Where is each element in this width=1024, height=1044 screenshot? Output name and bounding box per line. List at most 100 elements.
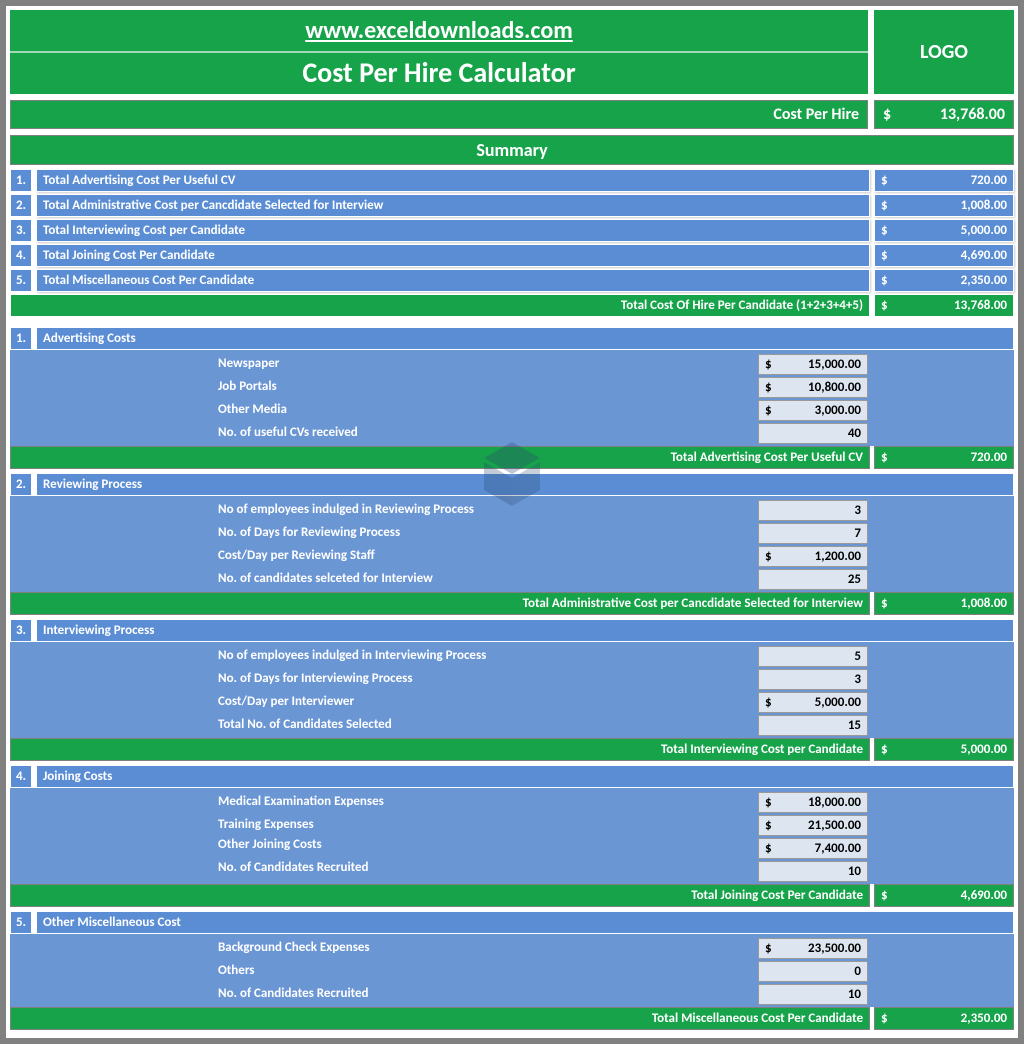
section-total: Total Interviewing Cost per Candidate$5,… (10, 738, 1014, 761)
item-label: Cost/Day per Interviewer (212, 692, 754, 713)
summary-line: 3.Total Interviewing Cost per Candidate$… (10, 219, 1014, 242)
item-row: No. of Candidates Recruited10 (10, 860, 1014, 882)
item-row: Newspaper$15,000.00 (10, 353, 1014, 375)
section-total-label: Total Administrative Cost per Cancdidate… (10, 592, 870, 615)
item-value-cell[interactable]: 3 (758, 500, 868, 521)
item-value-cell[interactable]: $5,000.00 (758, 692, 868, 713)
section-header: 5.Other Miscellaneous Cost (10, 911, 1014, 934)
section-number: 5. (10, 911, 32, 934)
section-total-label: Total Advertising Cost Per Useful CV (10, 446, 870, 469)
section-total-label: Total Interviewing Cost per Candidate (10, 738, 870, 761)
item-value-cell[interactable]: 25 (758, 569, 868, 590)
summary-item-label: Total Advertising Cost Per Useful CV (36, 169, 870, 192)
section-header: 3.Interviewing Process (10, 619, 1014, 642)
item-label: Other Media (212, 400, 754, 421)
item-row: Medical Examination Expenses$18,000.00 (10, 791, 1014, 813)
item-row: No. of useful CVs received40 (10, 422, 1014, 444)
section-total-value: $5,000.00 (874, 738, 1014, 761)
summary-item-label: Total Administrative Cost per Cancdidate… (36, 194, 870, 217)
item-value-cell[interactable]: 0 (758, 961, 868, 982)
summary-header: Summary (10, 135, 1014, 165)
item-value-cell[interactable]: $1,200.00 (758, 546, 868, 567)
item-row: Other Joining Costs$7,400.00 (10, 837, 1014, 859)
section: 3.Interviewing Process No of employees in… (10, 619, 1014, 761)
item-row: No. of candidates selceted for Interview… (10, 568, 1014, 590)
section-total-value: $4,690.00 (874, 884, 1014, 907)
logo-placeholder: LOGO (874, 10, 1014, 94)
item-row: No. of Candidates Recruited10 (10, 983, 1014, 1005)
summary-item-value: $5,000.00 (874, 219, 1014, 242)
item-value-cell[interactable]: $23,500.00 (758, 938, 868, 959)
summary-item-value: $4,690.00 (874, 244, 1014, 267)
item-label: Training Expenses (212, 815, 754, 836)
item-value-cell[interactable]: $7,400.00 (758, 838, 868, 859)
cost-per-hire-label: Cost Per Hire (10, 100, 868, 129)
section-header: 1.Advertising Costs (10, 327, 1014, 350)
section-body: No of employees indulged in Interviewing… (10, 642, 1014, 738)
item-value-cell[interactable]: $10,800.00 (758, 377, 868, 398)
item-label: No. of Days for Interviewing Process (212, 669, 754, 690)
section-header: 2.Reviewing Process (10, 473, 1014, 496)
item-value-cell[interactable]: 15 (758, 715, 868, 736)
item-row: Others0 (10, 960, 1014, 982)
section-total: Total Joining Cost Per Candidate$4,690.0… (10, 884, 1014, 907)
item-row: No. of Days for Interviewing Process3 (10, 668, 1014, 690)
item-row: Job Portals$10,800.00 (10, 376, 1014, 398)
item-label: Newspaper (212, 354, 754, 375)
summary-item-label: Total Miscellaneous Cost Per Candidate (36, 269, 870, 292)
item-value-cell[interactable]: $15,000.00 (758, 354, 868, 375)
section: 4.Joining CostsMedical Examination Expen… (10, 765, 1014, 907)
item-value-cell[interactable]: 3 (758, 669, 868, 690)
summary-total: Total Cost Of Hire Per Candidate (1+2+3+… (10, 294, 1014, 317)
section-total: Total Administrative Cost per Cancdidate… (10, 592, 1014, 615)
section-title: Joining Costs (36, 765, 1014, 788)
summary-item-value: $1,008.00 (874, 194, 1014, 217)
item-value-cell[interactable]: 10 (758, 861, 868, 882)
section-number: 4. (10, 765, 32, 788)
item-value-cell[interactable]: $18,000.00 (758, 792, 868, 813)
item-value-cell[interactable]: $21,500.00 (758, 815, 868, 836)
section: 1.Advertising CostsNewspaper$15,000.00Jo… (10, 327, 1014, 469)
item-value-cell[interactable]: 7 (758, 523, 868, 544)
item-label: Others (212, 961, 754, 982)
section: 5.Other Miscellaneous CostBackground Che… (10, 911, 1014, 1030)
summary-total-label: Total Cost Of Hire Per Candidate (1+2+3+… (10, 294, 870, 317)
item-row: No. of Days for Reviewing Process7 (10, 522, 1014, 544)
page-title: Cost Per Hire Calculator (10, 51, 868, 90)
summary-item-number: 1. (10, 169, 32, 192)
item-label: Cost/Day per Reviewing Staff (212, 546, 754, 567)
item-row: Training Expenses$21,500.00 (10, 814, 1014, 836)
summary-item-value: $2,350.00 (874, 269, 1014, 292)
header-main: www.exceldownloads.com Cost Per Hire Cal… (10, 10, 868, 94)
item-label: Total No. of Candidates Selected (212, 715, 754, 736)
item-row: No of employees indulged in Interviewing… (10, 645, 1014, 667)
item-value-cell[interactable]: $3,000.00 (758, 400, 868, 421)
section-body: Newspaper$15,000.00Job Portals$10,800.00… (10, 350, 1014, 446)
cost-per-hire-value: $ 13,768.00 (874, 100, 1014, 129)
item-row: Background Check Expenses$23,500.00 (10, 937, 1014, 959)
section-title: Reviewing Process (36, 473, 1014, 496)
section-total: Total Advertising Cost Per Useful CV$720… (10, 446, 1014, 469)
item-row: No of employees indulged in Reviewing Pr… (10, 499, 1014, 521)
section-total-value: $720.00 (874, 446, 1014, 469)
summary-item-label: Total Interviewing Cost per Candidate (36, 219, 870, 242)
item-row: Total No. of Candidates Selected15 (10, 714, 1014, 736)
section-body: Medical Examination Expenses$18,000.00Tr… (10, 788, 1014, 884)
item-label: Job Portals (212, 377, 754, 398)
summary-item-value: $720.00 (874, 169, 1014, 192)
item-value-cell[interactable]: 40 (758, 423, 868, 444)
item-label: No of employees indulged in Interviewing… (212, 646, 754, 667)
document-frame: www.exceldownloads.com Cost Per Hire Cal… (0, 0, 1024, 1044)
summary-total-value: $ 13,768.00 (874, 294, 1014, 317)
item-value-cell[interactable]: 10 (758, 984, 868, 1005)
section-body: No of employees indulged in Reviewing Pr… (10, 496, 1014, 592)
section-title: Interviewing Process (36, 619, 1014, 642)
site-link[interactable]: www.exceldownloads.com (10, 16, 868, 47)
section-total: Total Miscellaneous Cost Per Candidate$2… (10, 1007, 1014, 1030)
summary-line: 2.Total Administrative Cost per Cancdida… (10, 194, 1014, 217)
item-value-cell[interactable]: 5 (758, 646, 868, 667)
item-label: Medical Examination Expenses (212, 792, 754, 813)
summary-item-number: 3. (10, 219, 32, 242)
item-row: Cost/Day per Reviewing Staff$1,200.00 (10, 545, 1014, 567)
section-body: Background Check Expenses$23,500.00Other… (10, 934, 1014, 1007)
